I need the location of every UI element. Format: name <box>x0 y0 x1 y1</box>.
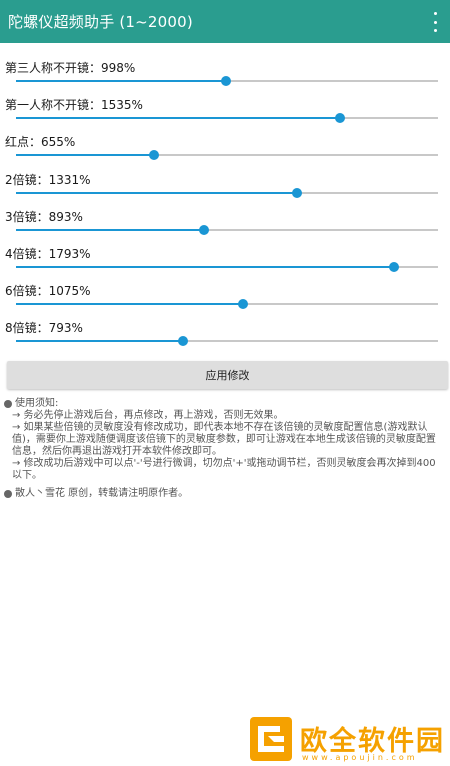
slider-row: 2倍镜：1331% <box>0 171 450 208</box>
bullet-icon <box>4 400 12 408</box>
usage-notes: 使用须知: → 务必先停止游戏后台，再点修改，再上游戏，否则无效果。 → 如果某… <box>4 398 444 500</box>
app-bar: 陀螺仪超频助手 (1~2000) <box>0 0 450 43</box>
note-line: → 修改成功后游戏中可以点'-'号进行微调，切勿点'+'或拖动调节栏，否则灵敏度… <box>12 458 436 481</box>
slider-fill <box>16 191 297 194</box>
notes-heading-text: 使用须知: <box>15 398 59 409</box>
slider-track[interactable] <box>16 150 438 161</box>
apply-button[interactable]: 应用修改 <box>7 361 448 389</box>
slider-row: 第一人称不开镜：1535% <box>0 96 450 133</box>
bullet-icon <box>4 490 12 498</box>
slider-fill <box>16 154 155 157</box>
slider-label: 4倍镜：1793% <box>5 247 91 261</box>
slider-label: 第三人称不开镜：998% <box>5 61 136 75</box>
slider-track[interactable] <box>16 187 438 198</box>
author-note: 散人丶雪花 原创，转载请注明原作者。 <box>4 488 444 500</box>
slider-track[interactable] <box>16 76 438 86</box>
slider-row: 3倍镜：893% <box>0 208 450 245</box>
slider-thumb[interactable] <box>149 150 160 161</box>
slider-label: 3倍镜：893% <box>5 209 83 224</box>
watermark-logo-icon <box>250 717 292 761</box>
notes-heading: 使用须知: <box>4 398 444 410</box>
overflow-menu-icon[interactable] <box>430 12 440 32</box>
slider-fill <box>16 228 205 231</box>
slider-thumb[interactable] <box>199 224 210 235</box>
slider-track[interactable] <box>16 224 438 235</box>
slider-thumb[interactable] <box>291 187 302 198</box>
author-text: 散人丶雪花 原创，转载请注明原作者。 <box>15 488 189 499</box>
slider-row: 6倍镜：1075% <box>0 282 450 319</box>
app-title: 陀螺仪超频助手 (1~2000) <box>8 13 193 31</box>
slider-track[interactable] <box>16 113 438 124</box>
slider-fill <box>16 80 227 82</box>
slider-row: 红点：655% <box>0 133 450 170</box>
slider-fill <box>16 266 395 268</box>
slider-row: 第三人称不开镜：998% <box>0 59 450 96</box>
watermark: 欧全软件园 www.apoujin.com <box>248 715 450 766</box>
note-line: → 如果某些倍镜的灵敏度没有修改成功，即代表本地不存在该倍镜的灵敏度配置信息(游… <box>12 422 436 457</box>
slider-track[interactable] <box>16 336 438 347</box>
slider-label: 8倍镜：793% <box>5 321 83 336</box>
slider-fill <box>16 303 243 306</box>
slider-thumb[interactable] <box>334 113 345 124</box>
slider-thumb[interactable] <box>389 262 400 272</box>
slider-label: 2倍镜：1331% <box>5 172 91 187</box>
slider-fill <box>16 340 184 343</box>
slider-label: 6倍镜：1075% <box>5 284 91 299</box>
slider-row: 8倍镜：793% <box>0 319 450 356</box>
slider-label: 第一人称不开镜：1535% <box>5 98 143 113</box>
slider-thumb[interactable] <box>237 299 248 310</box>
slider-track[interactable] <box>16 299 438 310</box>
slider-thumb[interactable] <box>221 76 232 86</box>
note-line: → 务必先停止游戏后台，再点修改，再上游戏，否则无效果。 <box>12 410 284 421</box>
slider-thumb[interactable] <box>178 336 189 347</box>
watermark-url: www.apoujin.com <box>302 753 418 762</box>
slider-label: 红点：655% <box>5 135 76 150</box>
slider-fill <box>16 117 340 120</box>
slider-track[interactable] <box>16 262 438 272</box>
slider-row: 4倍镜：1793% <box>0 245 450 282</box>
